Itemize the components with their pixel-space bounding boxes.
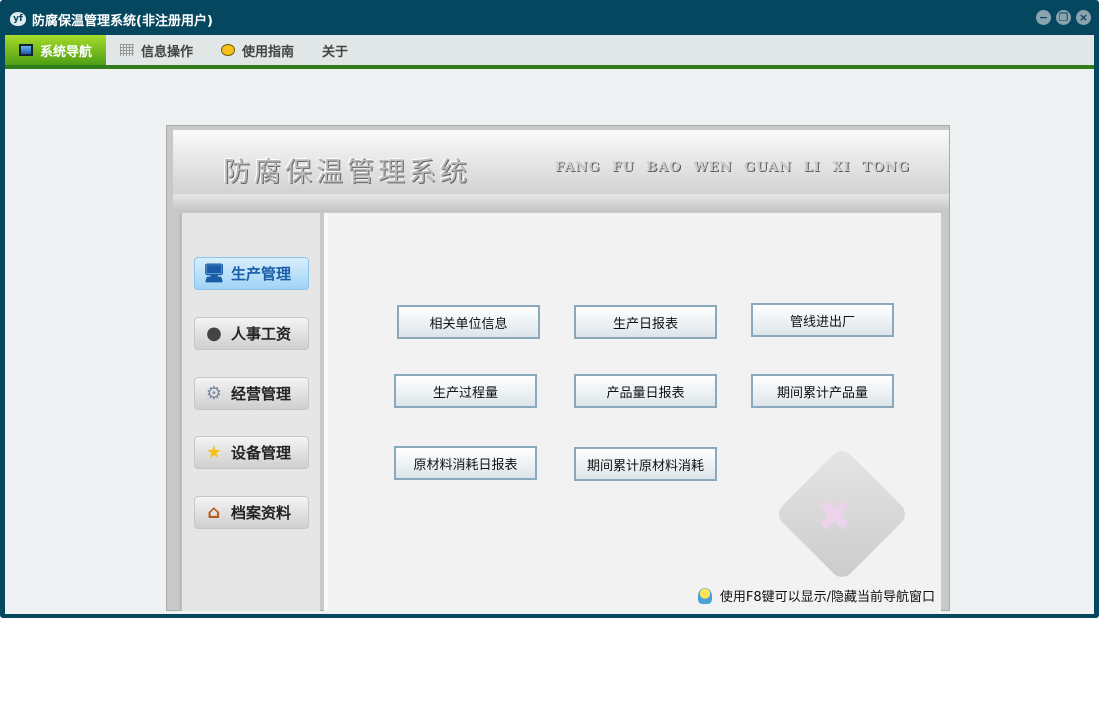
app-window: yf 防腐保温管理系统(非注册用户) − ❐ × 系统导航 信息操作 使用指南 … (0, 0, 1099, 618)
star-icon: ★ (205, 442, 223, 463)
header-band (173, 194, 949, 212)
nav-label: 人事工资 (231, 325, 292, 343)
navigation-panel: 防腐保温管理系统 FANG FU BAO WEN GUAN LI XI TONG… (166, 125, 950, 611)
module-nav: 🖥 生产管理 ● 人事工资 ⚙ 经营管理 ★ 设备管理 ⌂ 档案资料 (179, 213, 320, 611)
nav-equipment[interactable]: ★ 设备管理 (194, 436, 309, 469)
nav-label: 档案资料 (231, 504, 292, 522)
app-logo-icon: yf (10, 12, 26, 26)
menu-label: 信息操作 (141, 44, 194, 60)
menu-about[interactable]: 关于 (308, 35, 362, 65)
user-icon: ● (206, 323, 222, 344)
menu-info-ops[interactable]: 信息操作 (106, 35, 207, 65)
restore-button[interactable]: ❐ (1056, 10, 1071, 25)
header-title: 防腐保温管理系统 (223, 157, 471, 188)
help-icon (221, 44, 236, 56)
house-icon: ⌂ (207, 502, 221, 523)
nav-business[interactable]: ⚙ 经营管理 (194, 377, 309, 410)
hint-text: 使用F8键可以显示/隐藏当前导航窗口 (719, 590, 935, 605)
function-area: 相关单位信息 生产日报表 管线进出厂 生产过程量 产品量日报表 期间累计产品量 … (324, 213, 941, 611)
related-units-button[interactable]: 相关单位信息 (397, 305, 540, 339)
monitor-icon (19, 44, 33, 56)
gear-icon: ⚙ (205, 383, 223, 404)
tools-icon: ✖ (816, 491, 853, 542)
nav-label: 设备管理 (231, 444, 292, 462)
f8-hint: 使用F8键可以显示/隐藏当前导航窗口 (697, 586, 935, 605)
pipe-in-out-button[interactable]: 管线进出厂 (751, 303, 894, 337)
grid-icon (120, 44, 135, 56)
nav-archives[interactable]: ⌂ 档案资料 (194, 496, 309, 529)
menu-bar: 系统导航 信息操作 使用指南 关于 (5, 35, 1094, 65)
panel-header: 防腐保温管理系统 FANG FU BAO WEN GUAN LI XI TONG (173, 130, 949, 194)
menu-label: 系统导航 (40, 44, 93, 60)
nav-production[interactable]: 🖥 生产管理 (194, 257, 309, 290)
nav-label: 生产管理 (231, 265, 292, 283)
nav-label: 经营管理 (231, 385, 292, 403)
title-bar: yf 防腐保温管理系统(非注册用户) (10, 9, 213, 29)
process-quantity-button[interactable]: 生产过程量 (394, 374, 537, 408)
production-daily-button[interactable]: 生产日报表 (574, 305, 717, 339)
period-material-button[interactable]: 期间累计原材料消耗 (574, 447, 717, 481)
menu-label: 关于 (322, 44, 349, 60)
period-output-button[interactable]: 期间累计产品量 (751, 374, 894, 408)
nav-hr-payroll[interactable]: ● 人事工资 (194, 317, 309, 350)
menu-label: 使用指南 (242, 44, 295, 60)
window-title: 防腐保温管理系统(非注册用户) (32, 13, 213, 29)
minimize-button[interactable]: − (1036, 10, 1051, 25)
monitor-icon: 🖥 (202, 263, 226, 284)
close-button[interactable]: × (1076, 10, 1091, 25)
lightbulb-icon (697, 587, 712, 604)
menu-system-nav[interactable]: 系统导航 (5, 35, 107, 65)
material-daily-button[interactable]: 原材料消耗日报表 (394, 446, 537, 480)
header-subtitle: FANG FU BAO WEN GUAN LI XI TONG (555, 160, 910, 175)
output-daily-button[interactable]: 产品量日报表 (574, 374, 717, 408)
menu-guide[interactable]: 使用指南 (207, 35, 308, 65)
